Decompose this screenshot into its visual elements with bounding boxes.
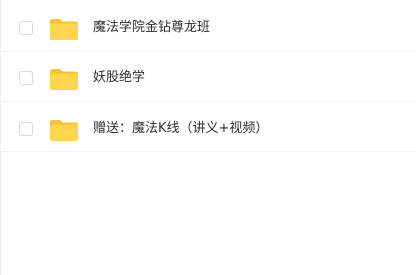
file-list: 魔法学院金钻尊龙班 妖股绝学 赠送：魔法K线（讲义+视频） bbox=[1, 0, 416, 152]
file-row[interactable]: 赠送：魔法K线（讲义+视频） bbox=[1, 102, 416, 152]
file-name[interactable]: 妖股绝学 bbox=[93, 70, 145, 86]
folder-icon bbox=[50, 69, 78, 90]
folder-icon bbox=[50, 120, 78, 141]
row-checkbox[interactable] bbox=[19, 71, 33, 85]
row-checkbox[interactable] bbox=[19, 122, 33, 136]
folder-icon bbox=[50, 19, 78, 40]
file-row[interactable]: 魔法学院金钻尊龙班 bbox=[1, 0, 416, 52]
file-browser: 魔法学院金钻尊龙班 妖股绝学 赠送：魔法K线（讲义+视频） bbox=[0, 0, 416, 275]
row-checkbox[interactable] bbox=[19, 21, 33, 35]
file-name[interactable]: 魔法学院金钻尊龙班 bbox=[93, 20, 210, 36]
file-row[interactable]: 妖股绝学 bbox=[1, 52, 416, 102]
file-name[interactable]: 赠送：魔法K线（讲义+视频） bbox=[93, 121, 268, 137]
